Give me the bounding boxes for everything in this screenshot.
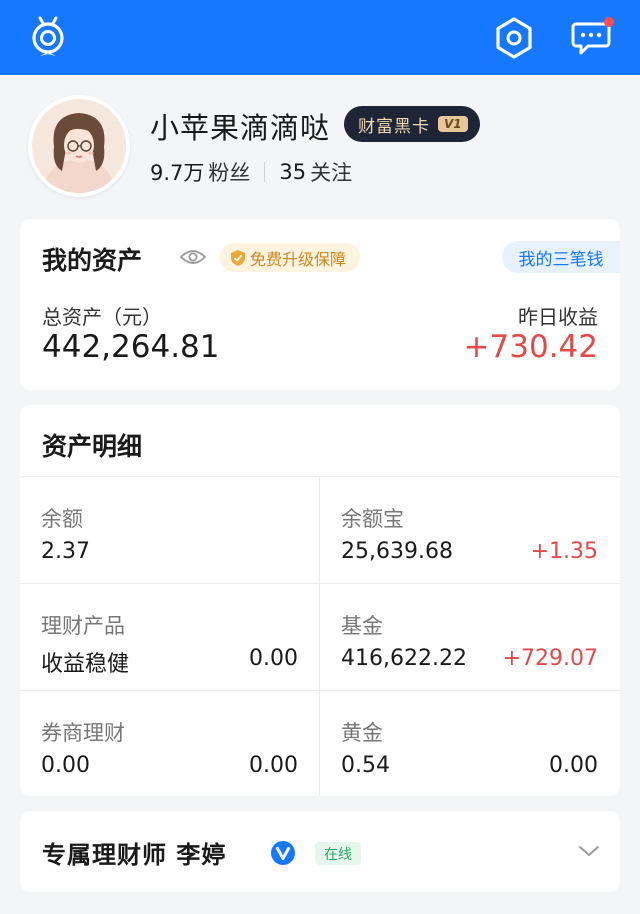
verified-v-icon bbox=[271, 841, 295, 865]
free-upgrade-protection-tag[interactable]: 免费升级保障 bbox=[220, 243, 361, 272]
cell-label: 基金 bbox=[341, 614, 383, 638]
wealth-black-card-badge[interactable]: 财富黑卡 V1 bbox=[344, 106, 480, 142]
total-assets-label: 总资产（元） bbox=[42, 305, 162, 329]
cell-right-value: +1.35 bbox=[530, 539, 598, 564]
badge-text: 财富黑卡 bbox=[358, 116, 430, 137]
asset-cell-funds[interactable]: 基金 416,622.22 +729.07 bbox=[320, 584, 620, 690]
cell-value: 0.54 bbox=[341, 753, 390, 778]
cell-label: 券商理财 bbox=[41, 721, 125, 745]
avatar[interactable] bbox=[28, 95, 130, 197]
following-label[interactable]: 关注 bbox=[310, 157, 352, 187]
cell-right-value: +729.07 bbox=[502, 646, 598, 671]
assets-title: 我的资产 bbox=[42, 246, 143, 275]
asset-cell-balance[interactable]: 余额 2.37 bbox=[20, 477, 320, 583]
top-bar bbox=[0, 0, 640, 75]
avatar-girl-icon bbox=[32, 99, 126, 193]
chat-message-icon[interactable] bbox=[570, 16, 616, 58]
yesterday-earnings-label: 昨日收益 bbox=[518, 305, 598, 329]
protection-label: 免费升级保障 bbox=[250, 249, 347, 269]
fans-label[interactable]: 粉丝 bbox=[208, 157, 250, 187]
advisor-title: 专属理财师 李婷 bbox=[42, 841, 227, 869]
stats-divider bbox=[264, 162, 266, 182]
notification-dot bbox=[604, 17, 614, 27]
asset-cell-yuebao[interactable]: 余额宝 25,639.68 +1.35 bbox=[320, 477, 620, 583]
asset-detail-card: 资产明细 余额 2.37 余额宝 25,639.68 +1.35 理财产品 收益… bbox=[20, 405, 620, 796]
cell-right-value: 0.00 bbox=[249, 646, 298, 671]
asset-cell-broker-wealth[interactable]: 券商理财 0.00 0.00 bbox=[20, 691, 320, 797]
eye-icon[interactable] bbox=[179, 247, 207, 267]
follow-stats: 9.7万 粉丝 35 关注 bbox=[150, 157, 352, 187]
cell-label: 余额 bbox=[41, 507, 83, 531]
online-status-badge: 在线 bbox=[315, 842, 361, 865]
following-count[interactable]: 35 bbox=[279, 160, 306, 184]
cell-value: 25,639.68 bbox=[341, 539, 453, 564]
dedicated-advisor-card[interactable]: 专属理财师 李婷 在线 bbox=[20, 811, 620, 892]
my-three-money-button[interactable]: 我的三笔钱 bbox=[502, 241, 620, 273]
asset-cell-gold[interactable]: 黄金 0.54 0.00 bbox=[320, 691, 620, 797]
hexagon-settings-icon[interactable] bbox=[492, 16, 536, 60]
cell-label: 余额宝 bbox=[341, 507, 404, 531]
total-assets-value[interactable]: 442,264.81 bbox=[42, 329, 220, 365]
cell-value: 416,622.22 bbox=[341, 646, 467, 671]
my-assets-card: 我的资产 免费升级保障 我的三笔钱 总资产（元） 442,264.81 昨日收益… bbox=[20, 219, 620, 390]
cell-right-value: 0.00 bbox=[549, 753, 598, 778]
chevron-down-icon[interactable] bbox=[578, 843, 600, 859]
cell-value: 2.37 bbox=[41, 539, 90, 564]
asset-detail-title: 资产明细 bbox=[42, 432, 143, 461]
cell-right-value: 0.00 bbox=[249, 753, 298, 778]
yesterday-earnings-value[interactable]: +730.42 bbox=[464, 329, 598, 365]
mascot-logo-icon[interactable] bbox=[26, 14, 70, 60]
cell-value: 收益稳健 bbox=[41, 652, 130, 677]
fans-count[interactable]: 9.7万 bbox=[150, 157, 204, 187]
profile-section: 小苹果滴滴哒 财富黑卡 V1 9.7万 粉丝 35 关注 bbox=[0, 75, 640, 210]
cell-value: 0.00 bbox=[41, 753, 90, 778]
asset-cell-wealth-products[interactable]: 理财产品 收益稳健 0.00 bbox=[20, 584, 320, 690]
badge-level: V1 bbox=[438, 116, 468, 132]
cell-label: 黄金 bbox=[341, 721, 383, 745]
user-name: 小苹果滴滴哒 bbox=[150, 111, 331, 145]
cell-label: 理财产品 bbox=[41, 614, 125, 638]
shield-check-icon bbox=[231, 249, 245, 266]
